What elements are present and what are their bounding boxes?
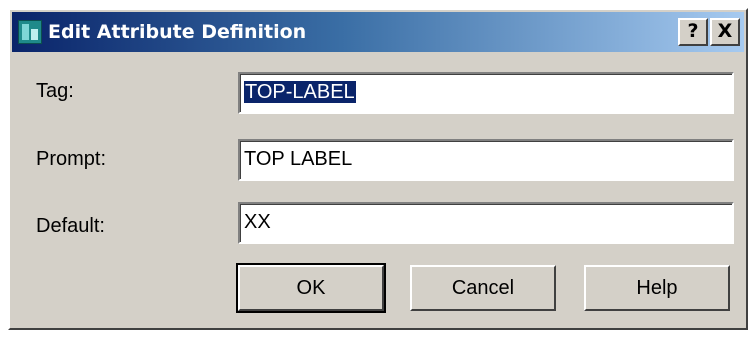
edit-attribute-definition-dialog: Edit Attribute Definition ? X Tag: TOP-L…	[8, 8, 748, 330]
title-bar[interactable]: Edit Attribute Definition ? X	[12, 12, 744, 52]
title-bar-buttons: ? X	[678, 18, 740, 46]
prompt-field[interactable]: TOP LABEL	[238, 139, 734, 181]
tag-field[interactable]: TOP-LABEL	[238, 72, 734, 114]
help-icon[interactable]: ?	[678, 18, 708, 46]
help-button[interactable]: Help	[584, 265, 730, 311]
cancel-button[interactable]: Cancel	[410, 265, 556, 311]
prompt-label: Prompt:	[36, 148, 107, 170]
default-field-value: XX	[244, 211, 271, 233]
ok-button[interactable]: OK	[236, 263, 386, 313]
default-label: Default:	[36, 215, 105, 237]
tag-label: Tag:	[36, 80, 74, 102]
close-icon[interactable]: X	[710, 18, 740, 46]
window-title: Edit Attribute Definition	[48, 21, 307, 43]
prompt-field-value: TOP LABEL	[244, 148, 353, 170]
default-field[interactable]: XX	[238, 202, 734, 244]
attribute-definition-icon	[18, 20, 42, 44]
tag-field-value: TOP-LABEL	[244, 81, 356, 103]
